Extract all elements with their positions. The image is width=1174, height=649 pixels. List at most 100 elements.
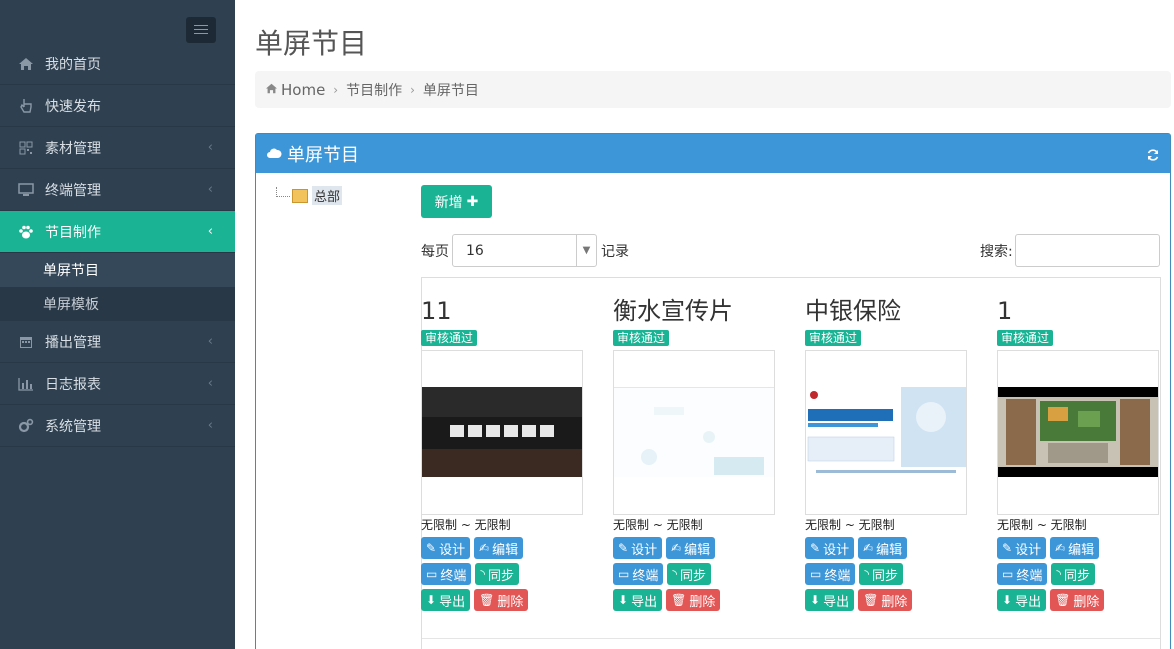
terminal-button[interactable]: ▭ 终端 xyxy=(805,563,856,585)
sync-button[interactable]: ◝ 同步 xyxy=(859,563,904,585)
add-button[interactable]: 新增 ✚ xyxy=(421,185,492,218)
grid-divider xyxy=(422,638,1160,639)
program-thumbnail[interactable] xyxy=(421,350,583,515)
hand-pointer-icon xyxy=(17,97,35,115)
desktop-icon: ▭ xyxy=(618,567,630,581)
edit-button[interactable]: ✍ 编辑 xyxy=(666,537,716,559)
design-button[interactable]: ✎ 设计 xyxy=(613,537,663,559)
sidebar-item-label: 节目制作 xyxy=(45,224,101,241)
rss-icon: ◝ xyxy=(672,567,678,581)
card-title: 中银保险 xyxy=(805,297,901,325)
page-title: 单屏节目 xyxy=(255,27,368,60)
search-label: 搜索: xyxy=(980,243,1013,260)
terminal-button[interactable]: ▭ 终端 xyxy=(997,563,1048,585)
export-label: 导出 xyxy=(631,594,658,610)
edit-button[interactable]: ✍ 编辑 xyxy=(858,537,908,559)
search-input[interactable] xyxy=(1014,234,1160,267)
org-tree: 总部 xyxy=(276,186,343,205)
plus-icon: ✚ xyxy=(466,193,479,210)
export-button[interactable]: ⬇ 导出 xyxy=(613,589,663,611)
chevron-left-icon: ‹ xyxy=(207,224,213,239)
sync-button[interactable]: ◝ 同步 xyxy=(475,563,520,585)
cloud-icon xyxy=(266,143,282,164)
panel-header: 单屏节目 xyxy=(256,134,1170,173)
calendar-icon xyxy=(17,333,35,351)
card-actions-row: ⬇ 导出 🗑 删除 xyxy=(613,589,778,611)
thumbnail-image xyxy=(806,387,966,477)
design-button[interactable]: ✎ 设计 xyxy=(997,537,1047,559)
edit-button[interactable]: ✍ 编辑 xyxy=(474,537,524,559)
page-size-value: 16 xyxy=(466,242,484,259)
edit-button[interactable]: ✍ 编辑 xyxy=(1050,537,1100,559)
edit-icon: ✍ xyxy=(479,541,490,555)
program-thumbnail[interactable] xyxy=(997,350,1159,515)
card-title: 11 xyxy=(421,297,452,325)
breadcrumb-home-link[interactable]: Home xyxy=(281,81,325,99)
export-button[interactable]: ⬇ 导出 xyxy=(805,589,855,611)
delete-button[interactable]: 🗑 删除 xyxy=(666,589,721,611)
sidebar-item-home[interactable]: 我的首页 xyxy=(0,43,235,85)
chevron-left-icon: ‹ xyxy=(207,182,213,197)
delete-button[interactable]: 🗑 删除 xyxy=(1050,589,1105,611)
card-actions-row: ✎ 设计 ✍ 编辑 xyxy=(421,537,586,559)
trash-icon: 🗑 xyxy=(671,593,687,607)
sidebar-item-program-making[interactable]: 节目制作 ‹ xyxy=(0,211,235,253)
terminal-button[interactable]: ▭ 终端 xyxy=(613,563,664,585)
page-size-select[interactable]: 16 ▼ xyxy=(452,234,597,267)
paw-icon xyxy=(17,223,35,241)
status-badge: 审核通过 xyxy=(421,330,478,346)
sidebar-subitem-single-template[interactable]: 单屏模板 xyxy=(0,287,235,321)
design-label: 设计 xyxy=(439,542,466,558)
design-label: 设计 xyxy=(631,542,658,558)
card-actions-row: ▭ 终端 ◝ 同步 xyxy=(997,563,1162,585)
sidebar-item-materials[interactable]: 素材管理 ‹ xyxy=(0,127,235,169)
export-button[interactable]: ⬇ 导出 xyxy=(421,589,471,611)
thumbnail-image xyxy=(998,387,1158,477)
design-icon: ✎ xyxy=(426,541,437,555)
menu-toggle-button[interactable] xyxy=(186,17,216,43)
sidebar-subitem-single-program[interactable]: 单屏节目 xyxy=(0,253,235,287)
chevron-left-icon: ‹ xyxy=(207,376,213,391)
program-thumbnail[interactable] xyxy=(613,350,775,515)
terminal-label: 终端 xyxy=(632,568,659,584)
program-thumbnail[interactable] xyxy=(805,350,967,515)
sidebar-item-label: 素材管理 xyxy=(45,140,101,157)
home-icon xyxy=(17,55,35,73)
delete-button[interactable]: 🗑 删除 xyxy=(858,589,913,611)
breadcrumb: Home › 节目制作 › 单屏节目 xyxy=(255,71,1171,108)
design-button[interactable]: ✎ 设计 xyxy=(805,537,855,559)
programs-panel: 单屏节目 总部 新增 ✚ 每页 16 ▼ 记录 搜索: 11 审核通过 无限制 … xyxy=(255,133,1171,649)
add-button-label: 新增 xyxy=(434,194,463,211)
export-label: 导出 xyxy=(439,594,466,610)
records-label: 记录 xyxy=(601,243,629,260)
tree-node-root[interactable]: 总部 xyxy=(312,186,343,205)
delete-button[interactable]: 🗑 删除 xyxy=(474,589,529,611)
sidebar-item-terminals[interactable]: 终端管理 ‹ xyxy=(0,169,235,211)
sidebar-nav: 我的首页 快速发布 素材管理 ‹ 终端管理 ‹ 节目制作 ‹ 单屏节目 单屏模板… xyxy=(0,43,235,447)
page-size-control: 每页 16 ▼ 记录 xyxy=(421,234,629,267)
card-actions-row: ⬇ 导出 🗑 删除 xyxy=(997,589,1162,611)
card-title: 衡水宣传片 xyxy=(613,297,733,325)
date-range: 无限制 ~ 无限制 xyxy=(421,518,511,532)
program-card: 1 审核通过 无限制 ~ 无限制 ✎ 设计 ✍ 编辑 ▭ 终端 ◝ 同步 ⬇ 导… xyxy=(997,296,1162,611)
trash-icon: 🗑 xyxy=(479,593,495,607)
refresh-icon[interactable] xyxy=(1146,146,1160,167)
sidebar-item-system[interactable]: 系统管理 ‹ xyxy=(0,405,235,447)
sync-button[interactable]: ◝ 同步 xyxy=(667,563,712,585)
delete-label: 删除 xyxy=(689,594,716,610)
cogs-icon xyxy=(17,417,35,435)
terminal-button[interactable]: ▭ 终端 xyxy=(421,563,472,585)
sidebar-item-label: 系统管理 xyxy=(45,418,101,435)
sync-button[interactable]: ◝ 同步 xyxy=(1051,563,1096,585)
date-range: 无限制 ~ 无限制 xyxy=(613,518,703,532)
sidebar-item-broadcast[interactable]: 播出管理 ‹ xyxy=(0,321,235,363)
design-button[interactable]: ✎ 设计 xyxy=(421,537,471,559)
breadcrumb-parent-link[interactable]: 节目制作 xyxy=(346,80,402,100)
card-actions-row: ✎ 设计 ✍ 编辑 xyxy=(613,537,778,559)
export-button[interactable]: ⬇ 导出 xyxy=(997,589,1047,611)
sidebar-item-logs[interactable]: 日志报表 ‹ xyxy=(0,363,235,405)
rss-icon: ◝ xyxy=(1056,567,1062,581)
design-icon: ✎ xyxy=(810,541,821,555)
delete-label: 删除 xyxy=(1073,594,1100,610)
sidebar-item-quick-publish[interactable]: 快速发布 xyxy=(0,85,235,127)
